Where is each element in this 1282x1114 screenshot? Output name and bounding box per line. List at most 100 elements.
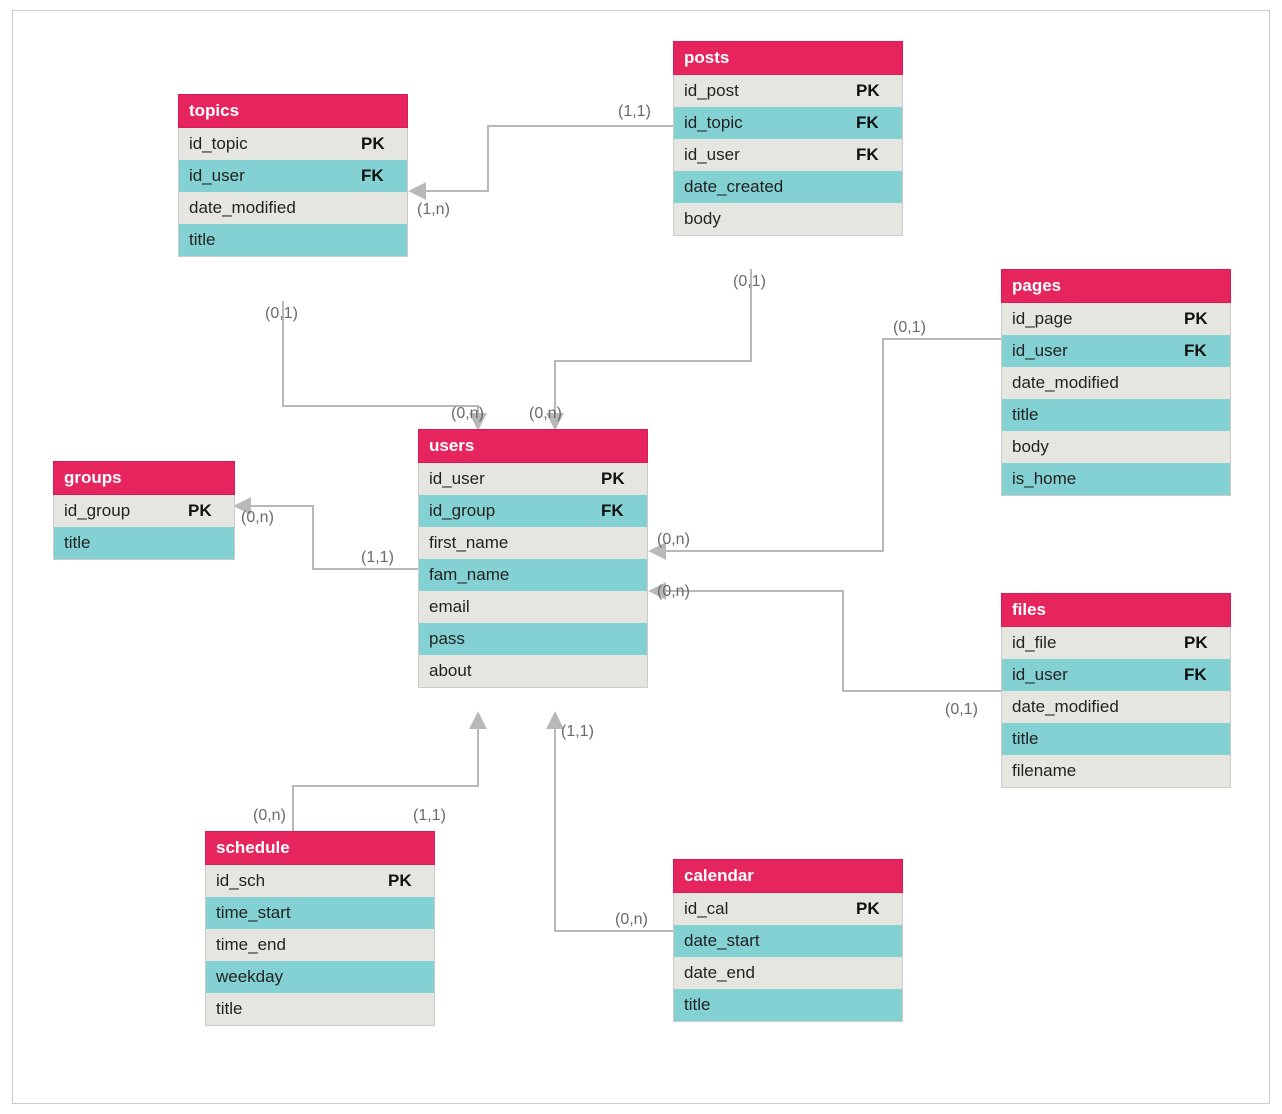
table-row: id_calPK (673, 893, 903, 925)
table-posts: posts id_postPK id_topicFK id_userFK dat… (673, 41, 903, 236)
field-key (388, 961, 434, 993)
cardinality-label: (0,n) (241, 509, 274, 527)
table-pages: pages id_pagePK id_userFK date_modified … (1001, 269, 1231, 496)
field-key: FK (1184, 335, 1230, 367)
cardinality-label: (1,1) (561, 723, 594, 741)
field-key (1184, 755, 1230, 787)
table-header: topics (178, 94, 408, 128)
table-row: first_name (418, 527, 648, 559)
field-key (388, 993, 434, 1025)
field-key (361, 224, 407, 256)
table-topics: topics id_topicPK id_userFK date_modifie… (178, 94, 408, 257)
table-row: email (418, 591, 648, 623)
cardinality-label: (0,n) (451, 405, 484, 423)
table-row: pass (418, 623, 648, 655)
table-row: title (1001, 399, 1231, 431)
field-name: id_topic (674, 107, 856, 139)
field-name: fam_name (419, 559, 601, 591)
field-name: title (179, 224, 361, 256)
field-key (856, 989, 902, 1021)
field-key (1184, 367, 1230, 399)
field-name: time_start (206, 897, 388, 929)
field-key (388, 929, 434, 961)
table-row: date_modified (1001, 691, 1231, 723)
field-name: body (674, 203, 856, 235)
cardinality-label: (0,1) (945, 701, 978, 719)
field-name: is_home (1002, 463, 1184, 495)
cardinality-label: (0,n) (615, 911, 648, 929)
field-key: PK (856, 893, 902, 925)
table-row: body (673, 203, 903, 236)
field-key (601, 591, 647, 623)
field-name: id_user (1002, 659, 1184, 691)
table-header: files (1001, 593, 1231, 627)
table-groups: groups id_groupPK title (53, 461, 235, 560)
field-name: id_group (419, 495, 601, 527)
field-key: FK (361, 160, 407, 192)
field-name: date_start (674, 925, 856, 957)
table-row: id_topicFK (673, 107, 903, 139)
table-row: filename (1001, 755, 1231, 788)
table-row: id_groupFK (418, 495, 648, 527)
field-name: date_modified (1002, 691, 1184, 723)
table-row: body (1001, 431, 1231, 463)
cardinality-label: (1,1) (361, 549, 394, 567)
table-row: date_created (673, 171, 903, 203)
field-key: FK (601, 495, 647, 527)
field-name: id_file (1002, 627, 1184, 659)
table-row: is_home (1001, 463, 1231, 496)
field-name: id_user (419, 463, 601, 495)
table-header: posts (673, 41, 903, 75)
field-key: PK (388, 865, 434, 897)
table-row: title (178, 224, 408, 257)
field-name: id_group (54, 495, 188, 527)
field-name: id_sch (206, 865, 388, 897)
cardinality-label: (1,1) (413, 807, 446, 825)
field-key (388, 897, 434, 929)
table-row: title (673, 989, 903, 1022)
table-row: fam_name (418, 559, 648, 591)
field-name: date_modified (179, 192, 361, 224)
table-header: schedule (205, 831, 435, 865)
field-name: first_name (419, 527, 601, 559)
table-row: id_userFK (178, 160, 408, 192)
table-schedule: schedule id_schPK time_start time_end we… (205, 831, 435, 1026)
field-key (601, 655, 647, 687)
field-key (1184, 463, 1230, 495)
cardinality-label: (0,n) (657, 583, 690, 601)
field-name: date_end (674, 957, 856, 989)
table-row: time_start (205, 897, 435, 929)
table-files: files id_filePK id_userFK date_modified … (1001, 593, 1231, 788)
field-key (188, 527, 234, 559)
field-key: FK (856, 107, 902, 139)
field-name: date_created (674, 171, 856, 203)
field-name: about (419, 655, 601, 687)
table-row: time_end (205, 929, 435, 961)
field-name: id_cal (674, 893, 856, 925)
cardinality-label: (0,n) (529, 405, 562, 423)
cardinality-label: (0,n) (657, 531, 690, 549)
field-key: PK (1184, 303, 1230, 335)
table-row: title (1001, 723, 1231, 755)
field-key: PK (361, 128, 407, 160)
field-name: id_user (179, 160, 361, 192)
field-key: PK (601, 463, 647, 495)
table-row: date_modified (1001, 367, 1231, 399)
table-calendar: calendar id_calPK date_start date_end ti… (673, 859, 903, 1022)
field-key: PK (856, 75, 902, 107)
cardinality-label: (0,n) (253, 807, 286, 825)
field-key (1184, 431, 1230, 463)
field-name: body (1002, 431, 1184, 463)
field-key: PK (1184, 627, 1230, 659)
field-key: FK (1184, 659, 1230, 691)
field-name: id_user (674, 139, 856, 171)
table-row: id_userFK (673, 139, 903, 171)
table-row: id_schPK (205, 865, 435, 897)
cardinality-label: (0,1) (893, 319, 926, 337)
cardinality-label: (1,1) (618, 103, 651, 121)
field-name: title (206, 993, 388, 1025)
table-header: users (418, 429, 648, 463)
field-key: FK (856, 139, 902, 171)
table-row: weekday (205, 961, 435, 993)
field-name: title (1002, 399, 1184, 431)
